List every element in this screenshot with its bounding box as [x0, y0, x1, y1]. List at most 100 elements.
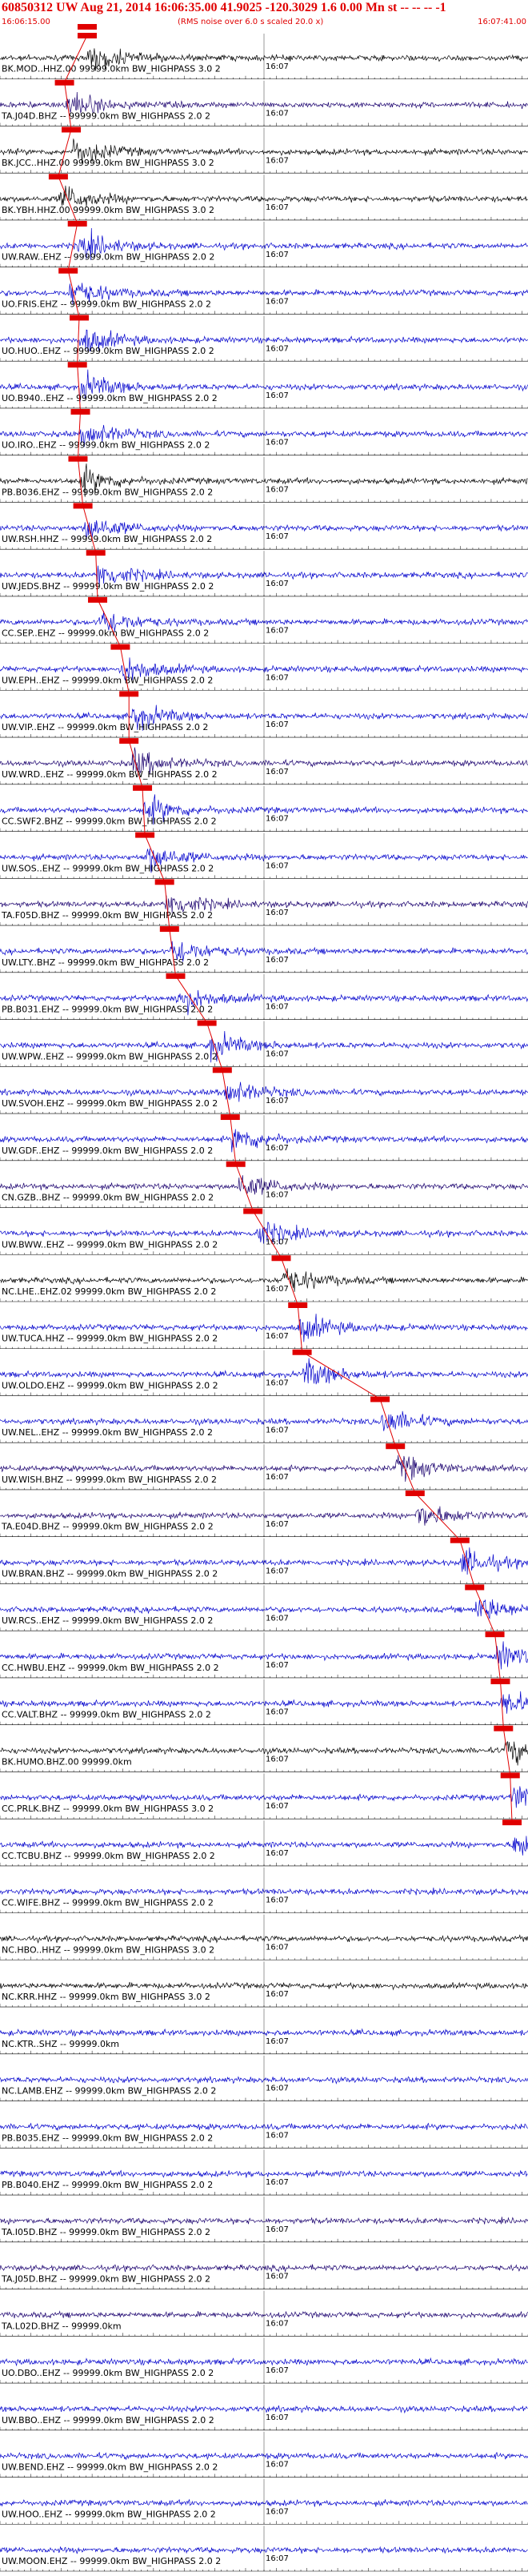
- trace-label: CC.VALT.BHZ -- 99999.0km BW_HIGHPASS 2.0…: [2, 1710, 211, 1720]
- trace-label: UW.BRAN.BHZ -- 99999.0km BW_HIGHPASS 2.0…: [2, 1568, 218, 1579]
- time-tick-label: 16:07: [266, 344, 289, 353]
- trace-label: BK.JCC..HHZ.00 99999.0km BW_HIGHPASS 3.0…: [2, 158, 214, 168]
- trace-label: PB.B040.EHZ -- 99999.0km BW_HIGHPASS 2.0…: [2, 2180, 213, 2190]
- time-tick-label: 16:07: [266, 1426, 289, 1434]
- trace-label: TA.J04D.BHZ -- 99999.0km BW_HIGHPASS 2.0…: [1, 110, 210, 121]
- trace-row: TA.J05D.BHZ -- 99999.0km BW_HIGHPASS 2.0…: [0, 2243, 528, 2289]
- time-tick-label: 16:07: [266, 909, 289, 917]
- time-tick-label: 16:07: [266, 1332, 289, 1341]
- time-tick-label: 16:07: [266, 2319, 289, 2328]
- trace-row: UW.BWW..EHZ -- 99999.0km BW_HIGHPASS 2.0…: [0, 1208, 528, 1255]
- trace-row: UW.BBO..EHZ -- 99999.0km BW_HIGHPASS 2.0…: [0, 2385, 528, 2431]
- trace-row: CC.HWBU.EHZ -- 99999.0km BW_HIGHPASS 2.0…: [0, 1631, 528, 1679]
- trace-row: UW.WISH.BHZ -- 99999.0km BW_HIGHPASS 2.0…: [0, 1443, 528, 1491]
- time-tick-label: 16:07: [266, 1849, 289, 1858]
- time-tick-label: 16:07: [266, 1144, 289, 1153]
- time-tick-label: 16:07: [266, 1708, 289, 1717]
- trace-row: TA.F05D.BHZ -- 99999.0km BW_HIGHPASS 2.0…: [0, 879, 528, 926]
- trace-row: UW.BRAN.BHZ -- 99999.0km BW_HIGHPASS 2.0…: [0, 1537, 528, 1584]
- trace-row: CC.TCBU.BHZ -- 99999.0km BW_HIGHPASS 2.0…: [0, 1820, 528, 1867]
- time-tick-label: 16:07: [266, 2037, 289, 2046]
- trace-label: CC.HWBU.EHZ -- 99999.0km BW_HIGHPASS 2.0…: [2, 1663, 219, 1673]
- time-tick-label: 16:07: [266, 1990, 289, 1999]
- trace-label: NC.LHE..EHZ.02 99999.0km BW_HIGHPASS 2.0…: [2, 1286, 216, 1297]
- time-tick-label: 16:07: [266, 2461, 289, 2470]
- trace-row: NC.KRR.HHZ -- 99999.0km BW_HIGHPASS 3.0 …: [0, 1961, 528, 2008]
- trace-label: UW.WPW..EHZ -- 99999.0km BW_HIGHPASS 2.0…: [2, 1051, 218, 1061]
- time-tick-label: 16:07: [266, 627, 289, 636]
- time-tick-label: 16:07: [266, 62, 289, 71]
- trace-row: PB.B031.EHZ -- 99999.0km BW_HIGHPASS 2.0…: [0, 973, 528, 1020]
- trace-row: BK.JCC..HHZ.00 99999.0km BW_HIGHPASS 3.0…: [0, 126, 528, 174]
- time-tick-label: 16:07: [266, 2413, 289, 2422]
- trace-row: UW.WPW..EHZ -- 99999.0km BW_HIGHPASS 2.0…: [0, 1020, 528, 1067]
- trace-row: UW.WRD..EHZ -- 99999.0km BW_HIGHPASS 2.0…: [0, 738, 528, 785]
- time-tick-label: 16:07: [266, 956, 289, 965]
- trace-label: BK.HUMO.BHZ.00 99999.0km: [2, 1756, 132, 1767]
- trace-label: CN.GZB..BHZ -- 99999.0km BW_HIGHPASS 2.0…: [2, 1193, 214, 1203]
- trace-row: CC.WIFE.BHZ -- 99999.0km BW_HIGHPASS 2.0…: [0, 1867, 528, 1913]
- trace-label: NC.KTR..SHZ -- 99999.0km: [2, 2039, 119, 2049]
- trace-label: PB.B036.EHZ -- 99999.0km BW_HIGHPASS 2.0…: [2, 487, 213, 497]
- time-tick-label: 16:07: [266, 673, 289, 682]
- trace-label: UW.LTY..BHZ -- 99999.0km BW_HIGHPASS 2.0…: [2, 957, 209, 968]
- trace-row: CC.PRLK.BHZ -- 99999.0km BW_HIGHPASS 3.0…: [0, 1772, 528, 1820]
- time-tick-label: 16:07: [266, 203, 289, 212]
- trace-row: UW.LTY..BHZ -- 99999.0km BW_HIGHPASS 2.0…: [0, 926, 528, 973]
- time-tick-label: 16:07: [266, 2273, 289, 2281]
- trace-row: TA.E04D.BHZ -- 99999.0km BW_HIGHPASS 2.0…: [0, 1490, 528, 1538]
- trace-row: CC.SWF2.BHZ -- 99999.0km BW_HIGHPASS 2.0…: [0, 784, 528, 832]
- trace-row: BK.HUMO.BHZ.00 99999.0km 16:07: [0, 1725, 528, 1772]
- trace-row: TA.I05D.BHZ -- 99999.0km BW_HIGHPASS 2.0…: [0, 2197, 528, 2243]
- time-tick-label: 16:07: [266, 1755, 289, 1763]
- trace-label: TA.F05D.BHZ -- 99999.0km BW_HIGHPASS 2.0…: [1, 910, 213, 921]
- trace-label: UO.FRIS.EHZ -- 99999.0km BW_HIGHPASS 2.0…: [2, 299, 211, 309]
- trace-row: PB.B040.EHZ -- 99999.0km BW_HIGHPASS 2.0…: [0, 2149, 528, 2196]
- trace-label: UW.RCS..EHZ -- 99999.0km BW_HIGHPASS 2.0…: [2, 1615, 213, 1626]
- trace-row: UW.TUCA.HHZ -- 99999.0km BW_HIGHPASS 2.0…: [0, 1302, 528, 1350]
- trace-row: PB.B035.EHZ -- 99999.0km BW_HIGHPASS 2.0…: [0, 2102, 528, 2149]
- time-tick-label: 16:07: [266, 156, 289, 165]
- time-tick-label: 16:07: [266, 2178, 289, 2187]
- trace-label: UO.DBO..EHZ -- 99999.0km BW_HIGHPASS 2.0…: [2, 2368, 214, 2378]
- trace-row: CC.SEP..EHZ -- 99999.0km BW_HIGHPASS 2.0…: [0, 596, 528, 644]
- time-tick-label: 16:07: [266, 391, 289, 400]
- trace-label: NC.HBO..HHZ -- 99999.0km BW_HIGHPASS 3.0…: [2, 1944, 214, 1955]
- trace-row: UW.BEND.EHZ -- 99999.0km BW_HIGHPASS 2.0…: [0, 2431, 528, 2478]
- trace-label: UW.BEND.EHZ -- 99999.0km BW_HIGHPASS 2.0…: [2, 2462, 218, 2473]
- time-tick-label: 16:07: [266, 1097, 289, 1105]
- time-tick-label: 16:07: [266, 815, 289, 824]
- trace-label: UW.BBO..EHZ -- 99999.0km BW_HIGHPASS 2.0…: [2, 2415, 214, 2426]
- trace-label: CC.WIFE.BHZ -- 99999.0km BW_HIGHPASS 2.0…: [2, 1898, 214, 1908]
- trace-label: CC.SWF2.BHZ -- 99999.0km BW_HIGHPASS 2.0…: [2, 817, 217, 827]
- trace-row: UW.NEL..EHZ -- 99999.0km BW_HIGHPASS 2.0…: [0, 1396, 528, 1443]
- trace-label: UW.GDF..EHZ -- 99999.0km BW_HIGHPASS 2.0…: [2, 1146, 213, 1156]
- time-tick-label: 16:07: [266, 2507, 289, 2516]
- trace-label: UW.SOS..EHZ -- 99999.0km BW_HIGHPASS 2.0…: [2, 863, 214, 873]
- trace-row: UW.RAW..EHZ -- 99999.0km BW_HIGHPASS 2.0…: [0, 220, 528, 268]
- trace-row: UW.RCS..EHZ -- 99999.0km BW_HIGHPASS 2.0…: [0, 1584, 528, 1631]
- time-tick-label: 16:07: [266, 1049, 289, 1058]
- time-tick-label: 16:07: [266, 861, 289, 870]
- time-tick-label: 16:07: [266, 485, 289, 494]
- time-tick-label: 16:07: [266, 1191, 289, 1200]
- time-tick-label: 16:07: [266, 2131, 289, 2140]
- trace-row: UW.GDF..EHZ -- 99999.0km BW_HIGHPASS 2.0…: [0, 1114, 528, 1162]
- time-tick-label: 16:07: [266, 1567, 289, 1576]
- trace-row: BK.MOD..HHZ.00 99999.0km BW_HIGHPASS 3.0…: [0, 33, 528, 80]
- time-tick-label: 16:07: [266, 580, 289, 588]
- time-tick-label: 16:07: [266, 1379, 289, 1388]
- trace-label: BK.YBH.HHZ.00 99999.0km BW_HIGHPASS 3.0 …: [2, 205, 214, 215]
- trace-row: NC.HBO..HHZ -- 99999.0km BW_HIGHPASS 3.0…: [0, 1914, 528, 1960]
- trace-label: UW.JEDS.BHZ -- 99999.0km BW_HIGHPASS 2.0…: [2, 581, 214, 592]
- trace-row: CC.VALT.BHZ -- 99999.0km BW_HIGHPASS 2.0…: [0, 1678, 528, 1725]
- trace-row: UW.JEDS.BHZ -- 99999.0km BW_HIGHPASS 2.0…: [0, 550, 528, 597]
- trace-row: BK.YBH.HHZ.00 99999.0km BW_HIGHPASS 3.0 …: [0, 174, 528, 221]
- trace-row: UW.EPH..EHZ -- 99999.0km BW_HIGHPASS 2.0…: [0, 644, 528, 691]
- trace-label: UO.B940..EHZ -- 99999.0km BW_HIGHPASS 2.…: [2, 393, 218, 403]
- trace-label: PB.B035.EHZ -- 99999.0km BW_HIGHPASS 2.0…: [2, 2133, 213, 2143]
- trace-row: UW.SVOH.EHZ -- 99999.0km BW_HIGHPASS 2.0…: [0, 1067, 528, 1114]
- time-tick-label: 16:07: [266, 298, 289, 307]
- trace-label: UW.EPH..EHZ -- 99999.0km BW_HIGHPASS 2.0…: [2, 675, 213, 685]
- trace-row: NC.LHE..EHZ.02 99999.0km BW_HIGHPASS 2.0…: [0, 1255, 528, 1302]
